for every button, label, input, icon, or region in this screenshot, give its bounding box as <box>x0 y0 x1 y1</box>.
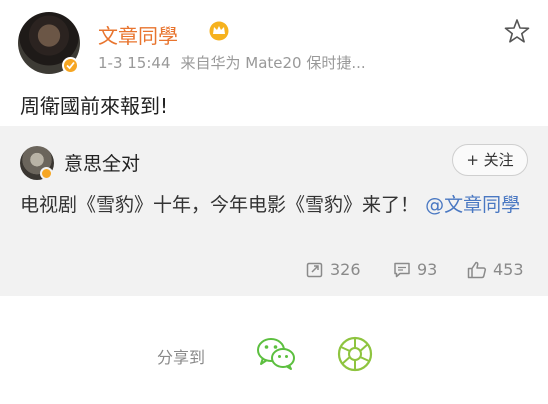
mention-link[interactable]: @文章同學 <box>425 194 520 216</box>
quoted-text-main: 电视剧《雪豹》十年，今年电影《雪豹》来了！ <box>20 194 420 216</box>
quoted-text: 电视剧《雪豹》十年，今年电影《雪豹》来了！ @文章同學 <box>20 190 528 220</box>
post-text: 周衛國前來報到! <box>20 94 169 118</box>
verified-badge-icon <box>40 167 53 180</box>
share-label: 分享到 <box>157 348 206 367</box>
like-icon <box>467 261 487 278</box>
repost-icon <box>306 262 323 277</box>
comment-icon <box>394 262 410 277</box>
like-button[interactable]: 453 <box>467 260 524 279</box>
post-source: 来自华为 Mate20 保时捷... <box>180 54 366 72</box>
like-count: 453 <box>493 260 524 279</box>
crown-icon <box>209 21 229 41</box>
repost-button[interactable]: 326 <box>306 260 361 279</box>
follow-button[interactable]: + 关注 <box>452 144 528 176</box>
moments-icon[interactable] <box>335 334 375 374</box>
stats-bar: 326 93 453 <box>0 256 548 286</box>
comment-button[interactable]: 93 <box>393 260 437 279</box>
chevron-down-icon[interactable] <box>504 18 530 44</box>
verified-badge-icon <box>62 57 79 74</box>
post-meta: 1-3 15:44 来自华为 Mate20 保时捷... <box>98 52 366 73</box>
repost-count: 326 <box>330 260 361 279</box>
wechat-icon[interactable] <box>255 334 297 374</box>
share-row: 分享到 <box>0 330 548 380</box>
quoted-post[interactable]: 意思全对 + 关注 电视剧《雪豹》十年，今年电影《雪豹》来了！ @文章同學 32… <box>0 126 548 296</box>
post-timestamp: 1-3 15:44 <box>98 54 171 72</box>
comment-count: 93 <box>417 260 438 279</box>
quoted-author-name[interactable]: 意思全对 <box>64 149 140 176</box>
author-name[interactable]: 文章同學 <box>98 20 178 49</box>
post-header: 文章同學 1-3 15:44 来自华为 Mate20 保时捷... <box>18 12 538 78</box>
